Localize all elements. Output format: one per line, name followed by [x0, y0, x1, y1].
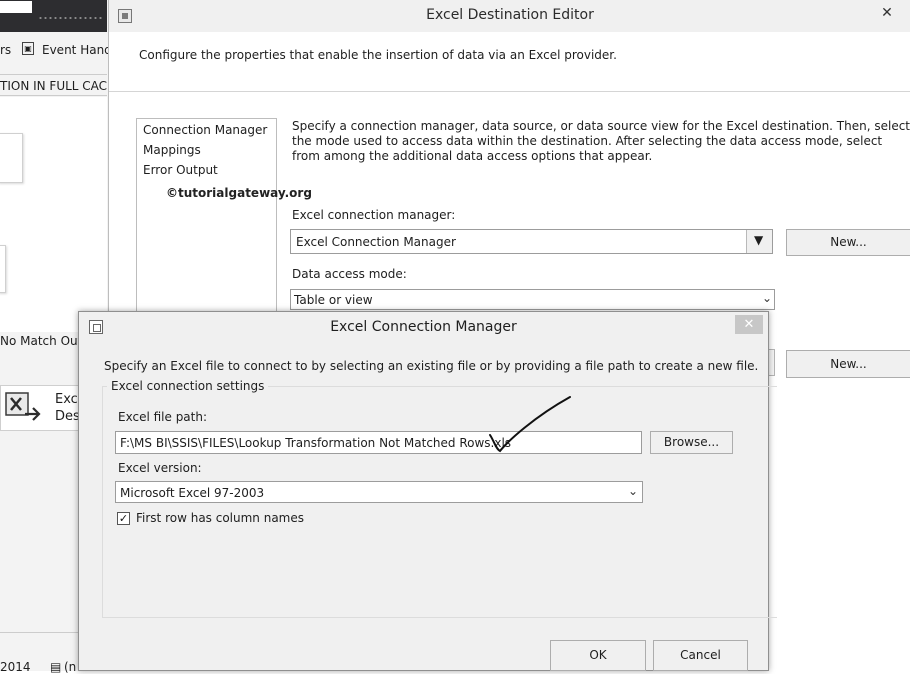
excel-destination-icon — [5, 392, 41, 421]
bottom-year: 2014 — [0, 660, 31, 674]
connection-manager-select[interactable]: Excel Connection Manager ▼ — [290, 229, 773, 254]
designer-toolbar — [0, 0, 107, 32]
first-row-checkbox[interactable]: ✓ — [117, 512, 130, 525]
dialog-description: Specify an Excel file to connect to by s… — [104, 359, 759, 373]
editor-nav-list: Connection Manager Mappings Error Output — [136, 118, 277, 318]
excel-destination-component[interactable]: Exce Dest — [0, 385, 86, 431]
nav-item-error-output[interactable]: Error Output — [143, 163, 218, 177]
designer-bottom-bar: 2014 ▤ (n — [0, 632, 84, 674]
data-access-mode-value: Table or view — [294, 293, 373, 307]
chevron-down-icon: ▼ — [754, 233, 764, 247]
chevron-down-icon: ⌄ — [761, 291, 772, 305]
canvas-component[interactable] — [0, 133, 23, 183]
editor-title: Excel Destination Editor — [426, 7, 594, 23]
nav-item-connection-manager[interactable]: Connection Manager — [143, 123, 267, 137]
new-table-button[interactable]: New... — [786, 350, 910, 378]
tab-parameters[interactable]: rs — [0, 43, 11, 57]
connection-manager-label: Excel connection manager: — [292, 208, 456, 222]
close-icon[interactable]: ✕ — [735, 315, 763, 334]
connection-manager-value: Excel Connection Manager — [296, 235, 456, 249]
dropdown-button[interactable]: ▼ — [746, 230, 772, 253]
data-access-mode-select[interactable]: Table or view ⌄ — [290, 289, 775, 310]
excel-version-select[interactable]: Microsoft Excel 97-2003 ⌄ — [115, 481, 643, 503]
watermark-text: ©tutorialgateway.org — [166, 186, 312, 200]
checkmark-annotation-icon — [489, 396, 571, 453]
chevron-down-icon: ⌄ — [627, 484, 638, 498]
designer-tabs: rs ▣ Event Hand — [0, 37, 112, 63]
browse-button[interactable]: Browse... — [650, 431, 733, 454]
designer-status-strip: TION IN FULL CACHE — [0, 74, 107, 96]
nav-item-mappings[interactable]: Mappings — [143, 143, 201, 157]
excel-version-value: Microsoft Excel 97-2003 — [120, 486, 265, 500]
designer-canvas — [0, 97, 107, 332]
file-path-value: F:\MS BI\SSIS\FILES\Lookup Transformatio… — [120, 436, 512, 450]
no-match-output-label: No Match Outp — [0, 334, 84, 348]
canvas-component[interactable] — [0, 245, 6, 293]
tab-event-handlers[interactable]: Event Hand — [42, 43, 112, 57]
bottom-extra: (n — [64, 660, 77, 674]
data-access-mode-label: Data access mode: — [292, 267, 407, 281]
excel-version-label: Excel version: — [118, 461, 202, 475]
dialog-titlebar: Excel Connection Manager ✕ — [79, 312, 768, 343]
cancel-button[interactable]: Cancel — [653, 640, 748, 671]
calculator-icon: ▤ — [50, 660, 62, 674]
editor-header-description: Configure the properties that enable the… — [139, 48, 617, 62]
ok-button[interactable]: OK — [550, 640, 646, 671]
dialog-title: Excel Connection Manager — [330, 319, 517, 335]
group-title: Excel connection settings — [107, 379, 269, 393]
event-handlers-icon: ▣ — [22, 42, 34, 55]
header-divider — [109, 91, 910, 92]
new-connection-button[interactable]: New... — [786, 229, 910, 256]
status-text: TION IN FULL CACHE — [0, 79, 107, 93]
close-icon[interactable]: ✕ — [875, 4, 899, 22]
first-row-label[interactable]: First row has column names — [136, 511, 304, 525]
toolbar-field[interactable] — [0, 1, 32, 13]
excel-connection-manager-dialog: Excel Connection Manager ✕ Specify an Ex… — [78, 311, 777, 671]
file-path-label: Excel file path: — [118, 410, 208, 424]
editor-titlebar: Excel Destination Editor ✕ — [109, 0, 910, 32]
editor-instructions: Specify a connection manager, data sourc… — [292, 119, 910, 163]
toolbar-grip — [38, 16, 104, 20]
